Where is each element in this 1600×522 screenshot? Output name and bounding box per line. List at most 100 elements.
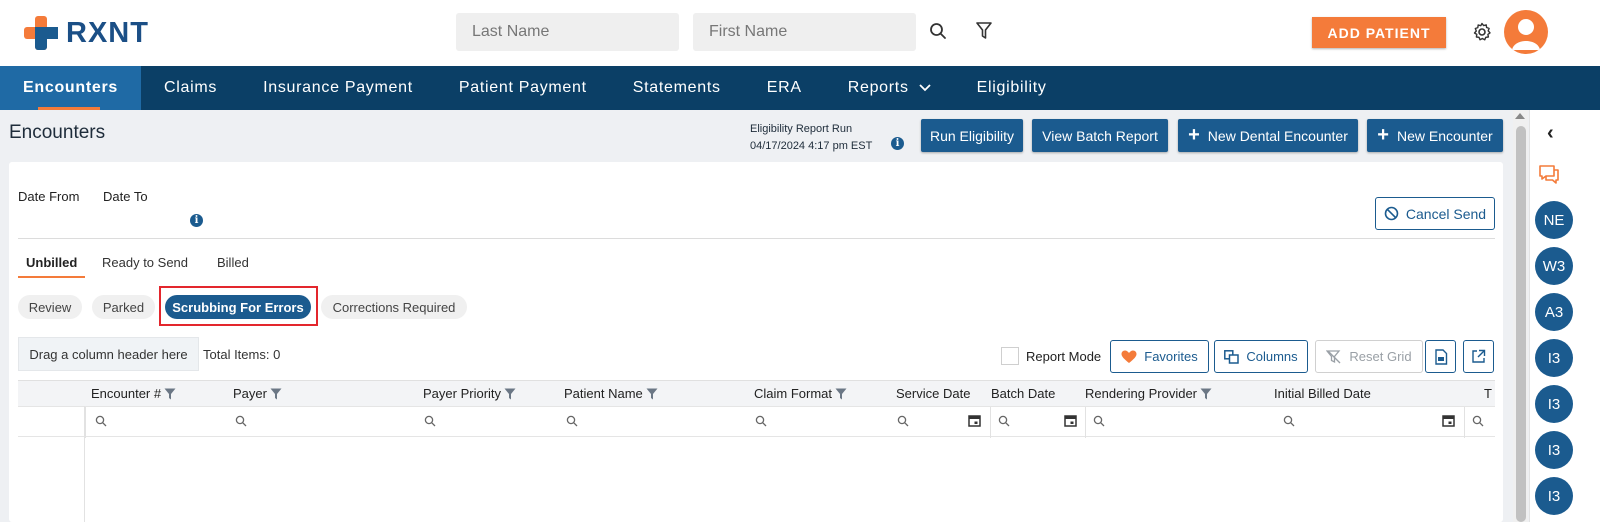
cancel-send-button[interactable]: Cancel Send <box>1375 197 1495 230</box>
grid-row-selector-column <box>18 406 85 522</box>
subtab-parked[interactable]: Parked <box>92 295 155 319</box>
rail-bubble[interactable]: I3 <box>1535 339 1573 377</box>
button-label: Reset Grid <box>1349 349 1412 364</box>
nav-item-encounters[interactable]: Encounters <box>0 66 142 110</box>
col-patient-name[interactable]: Patient Name <box>564 386 658 401</box>
nav-label: Eligibility <box>976 79 1047 96</box>
tab-billed[interactable]: Billed <box>217 255 249 270</box>
scrollbar-thumb[interactable] <box>1516 126 1526 522</box>
calendar-icon[interactable] <box>1064 414 1077 432</box>
nav-item-patient-payment[interactable]: Patient Payment <box>436 66 610 110</box>
col-claim-format[interactable]: Claim Format <box>754 386 847 401</box>
view-batch-report-button[interactable]: View Batch Report <box>1032 119 1168 152</box>
ban-icon <box>1384 206 1399 221</box>
user-avatar[interactable] <box>1504 10 1548 54</box>
tab-unbilled[interactable]: Unbilled <box>26 255 77 270</box>
col-payer[interactable]: Payer <box>233 386 282 401</box>
button-label: Cancel Send <box>1405 205 1487 222</box>
search-icon[interactable] <box>235 414 247 432</box>
search-icon[interactable] <box>897 414 909 432</box>
nav-item-era[interactable]: ERA <box>744 66 825 110</box>
columns-icon <box>1224 349 1240 364</box>
new-encounter-button[interactable]: + New Encounter <box>1367 119 1503 152</box>
subtab-corrections-required[interactable]: Corrections Required <box>321 295 467 319</box>
col-initial-billed-date[interactable]: Initial Billed Date <box>1274 386 1371 401</box>
eligibility-run-time: 04/17/2024 4:17 pm EST <box>750 140 873 152</box>
total-items: Total Items: 0 <box>203 347 281 362</box>
column-label: Encounter # <box>91 386 162 401</box>
search-icon[interactable] <box>927 20 949 42</box>
column-filter-icon[interactable] <box>270 388 282 400</box>
button-label: New Encounter <box>1396 127 1493 144</box>
filter-icon[interactable] <box>973 20 995 42</box>
rail-bubble[interactable]: NE <box>1535 201 1573 239</box>
gear-icon[interactable] <box>1470 20 1494 44</box>
col-encounter-number[interactable]: Encounter # <box>91 386 176 401</box>
first-name-input[interactable] <box>693 13 916 51</box>
button-label: Columns <box>1246 349 1298 364</box>
column-filter-icon[interactable] <box>164 388 176 400</box>
col-batch-date[interactable]: Batch Date <box>991 386 1055 401</box>
rxnt-logo[interactable]: RXNT <box>22 14 149 52</box>
highlight-box <box>159 286 318 326</box>
export-pdf-button[interactable] <box>1425 340 1456 373</box>
column-filter-icon[interactable] <box>646 388 658 400</box>
column-filter-icon[interactable] <box>1200 388 1212 400</box>
date-info-icon[interactable]: i <box>190 214 203 227</box>
rail-bubble[interactable]: I3 <box>1535 385 1573 423</box>
reset-grid-button[interactable]: Reset Grid <box>1315 340 1423 373</box>
last-name-input[interactable] <box>456 13 679 51</box>
new-dental-encounter-button[interactable]: + New Dental Encounter <box>1178 119 1358 152</box>
encounters-card: Date From Date To i Cancel Send Unbilled… <box>9 162 1503 522</box>
logo-cross-icon <box>22 14 60 52</box>
col-service-date[interactable]: Service Date <box>896 386 970 401</box>
report-mode-checkbox[interactable] <box>1001 347 1019 365</box>
calendar-icon[interactable] <box>1442 414 1455 432</box>
column-filter-icon[interactable] <box>504 388 516 400</box>
divider <box>18 238 1495 239</box>
date-from-label: Date From <box>18 189 80 204</box>
search-icon[interactable] <box>998 414 1010 432</box>
scroll-up-icon[interactable] <box>1515 113 1525 119</box>
nav-item-claims[interactable]: Claims <box>141 66 240 110</box>
collapse-rail-icon[interactable]: ‹ <box>1547 122 1554 145</box>
search-icon[interactable] <box>1093 414 1105 432</box>
search-icon[interactable] <box>566 414 578 432</box>
nav-item-reports[interactable]: Reports <box>825 66 954 110</box>
rail-bubble[interactable]: W3 <box>1535 247 1573 285</box>
report-mode-label: Report Mode <box>1026 349 1102 364</box>
col-rendering-provider[interactable]: Rendering Provider <box>1085 386 1212 401</box>
document-icon <box>1434 348 1447 365</box>
nav-label: Reports <box>847 79 909 96</box>
col-payer-priority[interactable]: Payer Priority <box>423 386 516 401</box>
nav-item-eligibility[interactable]: Eligibility <box>954 66 1070 110</box>
info-icon[interactable]: i <box>891 137 904 150</box>
run-eligibility-button[interactable]: Run Eligibility <box>921 119 1023 152</box>
rail-bubble[interactable]: I3 <box>1535 431 1573 469</box>
nav-item-insurance-payment[interactable]: Insurance Payment <box>240 66 436 110</box>
search-icon[interactable] <box>424 414 436 432</box>
rail-bubble[interactable]: I3 <box>1535 477 1573 515</box>
plus-icon: + <box>1188 123 1200 146</box>
nav-item-statements[interactable]: Statements <box>610 66 744 110</box>
column-filter-icon[interactable] <box>835 388 847 400</box>
search-icon[interactable] <box>755 414 767 432</box>
chat-icon[interactable] <box>1538 164 1560 189</box>
eligibility-report-run: Eligibility Report Run 04/17/2024 4:17 p… <box>750 121 872 155</box>
col-truncated[interactable]: T <box>1484 386 1495 401</box>
search-icon[interactable] <box>95 414 107 432</box>
subtab-review[interactable]: Review <box>18 295 82 319</box>
favorites-button[interactable]: Favorites <box>1110 340 1209 373</box>
group-drop-area[interactable]: Drag a column header here <box>18 337 199 371</box>
date-to-label: Date To <box>103 189 148 204</box>
add-patient-button[interactable]: ADD PATIENT <box>1312 17 1446 48</box>
rail-bubble[interactable]: A3 <box>1535 293 1573 331</box>
tab-ready-to-send[interactable]: Ready to Send <box>102 255 188 270</box>
calendar-icon[interactable] <box>968 414 981 432</box>
search-icon[interactable] <box>1472 414 1484 432</box>
nav-label: Encounters <box>23 79 119 96</box>
export-button[interactable] <box>1463 340 1494 373</box>
column-label: Claim Format <box>754 386 833 401</box>
columns-button[interactable]: Columns <box>1214 340 1308 373</box>
search-icon[interactable] <box>1283 414 1295 432</box>
